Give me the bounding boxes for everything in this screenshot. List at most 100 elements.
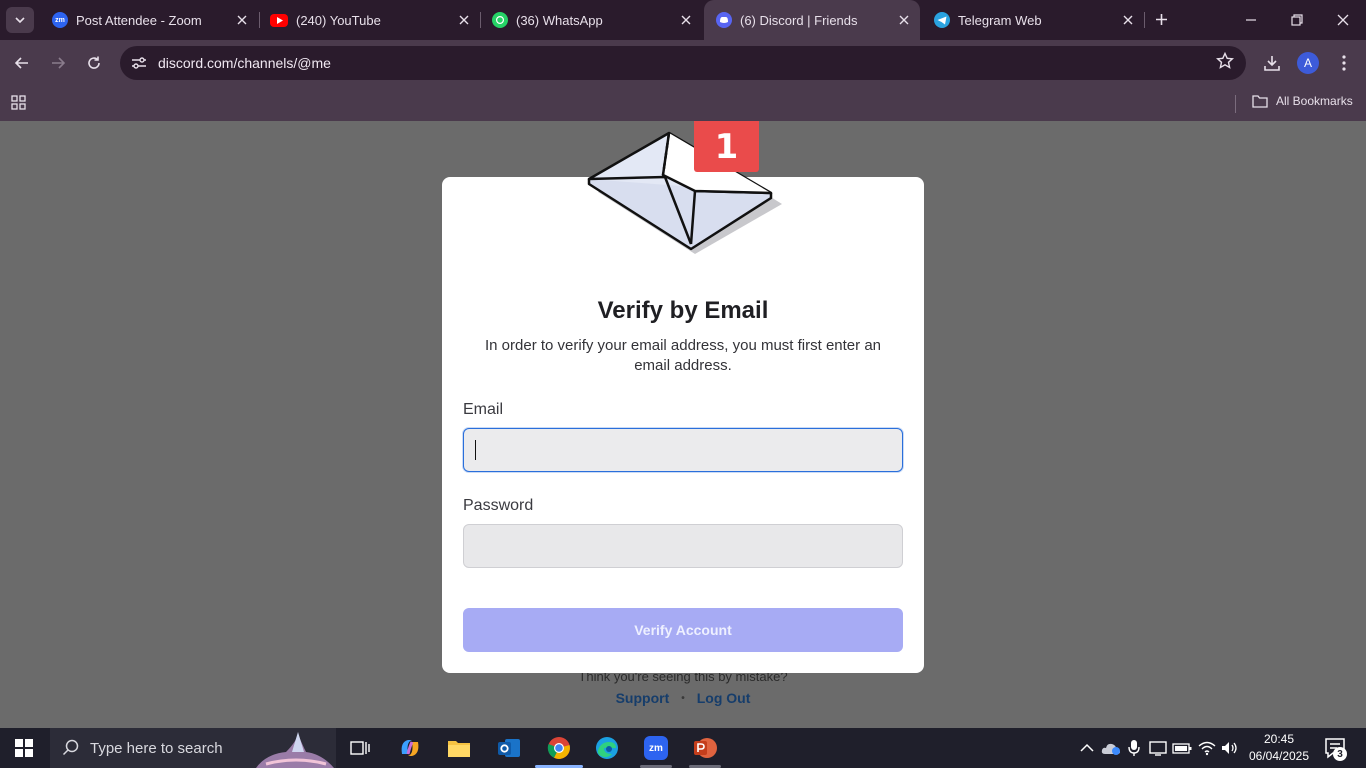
tab-search-button[interactable]	[6, 7, 34, 33]
password-label: Password	[463, 497, 534, 514]
tab-zoom[interactable]: zm Post Attendee - Zoom	[40, 6, 258, 34]
site-info-icon[interactable]	[122, 46, 156, 80]
windows-logo-icon	[15, 739, 33, 757]
password-field[interactable]	[463, 524, 903, 568]
zoom-app[interactable]: zm	[640, 732, 672, 764]
outlook-icon	[498, 739, 520, 757]
tab-title: (36) WhatsApp	[516, 12, 603, 28]
start-button[interactable]	[4, 728, 44, 768]
minimize-button[interactable]	[1236, 6, 1266, 34]
discord-icon	[716, 12, 732, 28]
bookmarks-divider	[1235, 95, 1236, 113]
speaker-icon	[1222, 742, 1237, 754]
outlook-app[interactable]	[493, 732, 525, 764]
all-bookmarks-button[interactable]: All Bookmarks	[1252, 94, 1353, 108]
cloud-icon	[1101, 743, 1120, 755]
plus-icon	[1155, 13, 1167, 25]
close-icon	[1337, 14, 1349, 26]
logout-link[interactable]: Log Out	[697, 690, 751, 706]
restore-button[interactable]	[1282, 6, 1312, 34]
all-bookmarks-label: All Bookmarks	[1276, 94, 1353, 108]
reload-icon	[88, 56, 100, 69]
new-tab-button[interactable]	[1150, 8, 1172, 30]
link-separator: •	[681, 692, 685, 704]
battery-icon	[1172, 743, 1192, 754]
copilot-icon	[401, 740, 419, 756]
clock-date: 06/04/2025	[1248, 749, 1310, 763]
file-explorer-app[interactable]	[443, 732, 475, 764]
forward-button[interactable]	[44, 49, 72, 77]
search-icon	[62, 739, 79, 756]
email-label: Email	[463, 401, 504, 418]
modal-title: Verify by Email	[597, 297, 769, 324]
tab-whatsapp[interactable]: (36) WhatsApp	[480, 6, 702, 34]
reload-button[interactable]	[80, 49, 108, 77]
tab-separator	[1144, 12, 1145, 28]
zoom-icon: zm	[52, 12, 68, 28]
chevron-up-icon	[1080, 743, 1094, 752]
task-view-icon	[350, 741, 370, 755]
telegram-icon	[934, 12, 950, 28]
browser-menu-button[interactable]	[1330, 49, 1358, 77]
tab-discord[interactable]: (6) Discord | Friends	[704, 0, 920, 40]
search-placeholder: Type here to search	[90, 739, 223, 757]
system-clock[interactable]: 20:45 06/04/2025	[1248, 731, 1310, 765]
chrome-app[interactable]	[543, 732, 575, 764]
battery-tray[interactable]	[1172, 738, 1192, 758]
address-bar[interactable]: discord.com/channels/@me	[120, 46, 1246, 80]
star-icon[interactable]	[1215, 51, 1235, 75]
folder-icon	[1252, 95, 1268, 108]
edge-app[interactable]	[591, 732, 623, 764]
downloads-button[interactable]	[1258, 49, 1286, 77]
tab-title: (240) YouTube	[296, 12, 381, 28]
tab-youtube[interactable]: (240) YouTube	[258, 6, 480, 34]
close-icon[interactable]	[1120, 12, 1136, 28]
restore-icon	[1291, 14, 1303, 26]
arrow-left-icon	[14, 57, 28, 69]
notification-badge: 1	[694, 121, 759, 172]
edge-icon	[596, 737, 618, 759]
windows-taskbar: Type here to search zm 20:45 06/04/2025 …	[0, 728, 1366, 768]
powerpoint-icon	[694, 738, 717, 758]
tab-telegram[interactable]: Telegram Web	[922, 6, 1144, 34]
monitor-icon	[1149, 741, 1167, 756]
powerpoint-app[interactable]	[689, 732, 721, 764]
back-button[interactable]	[8, 49, 36, 77]
browser-tab-bar: zm Post Attendee - Zoom (240) YouTube (3…	[0, 0, 1366, 40]
copilot-app[interactable]	[394, 732, 426, 764]
background-links: Support • Log Out	[0, 690, 1366, 706]
arrow-right-icon	[52, 57, 66, 69]
folder-icon	[448, 741, 470, 757]
more-vertical-icon	[1342, 55, 1346, 71]
tab-title: (6) Discord | Friends	[740, 12, 858, 28]
bookmarks-bar: All Bookmarks	[0, 86, 1366, 121]
microphone-icon	[1128, 740, 1140, 756]
modal-subtitle: In order to verify your email address, y…	[485, 337, 881, 374]
close-icon[interactable]	[456, 12, 472, 28]
support-link[interactable]: Support	[616, 690, 670, 706]
close-icon[interactable]	[896, 12, 912, 28]
volume-tray[interactable]	[1220, 738, 1240, 758]
chevron-down-icon	[15, 17, 25, 24]
verify-account-button[interactable]: Verify Account	[463, 608, 903, 652]
display-tray[interactable]	[1148, 738, 1168, 758]
download-icon	[1264, 56, 1280, 71]
microphone-tray[interactable]	[1124, 738, 1144, 758]
profile-avatar[interactable]: A	[1297, 52, 1319, 74]
apps-grid-icon[interactable]	[10, 94, 30, 112]
youtube-icon	[270, 13, 288, 27]
url-text: discord.com/channels/@me	[158, 55, 331, 71]
browser-toolbar: discord.com/channels/@me A	[0, 40, 1366, 86]
whatsapp-icon	[492, 12, 508, 28]
tray-overflow-button[interactable]	[1077, 738, 1097, 758]
close-icon[interactable]	[678, 12, 694, 28]
wifi-tray[interactable]	[1197, 738, 1217, 758]
clock-time: 20:45	[1263, 732, 1295, 746]
wifi-icon	[1198, 741, 1216, 756]
email-field[interactable]	[463, 428, 903, 472]
task-view-button[interactable]	[344, 732, 376, 764]
close-icon[interactable]	[234, 12, 250, 28]
close-window-button[interactable]	[1328, 6, 1358, 34]
onedrive-tray[interactable]	[1101, 738, 1121, 758]
tab-title: Telegram Web	[958, 12, 1042, 28]
